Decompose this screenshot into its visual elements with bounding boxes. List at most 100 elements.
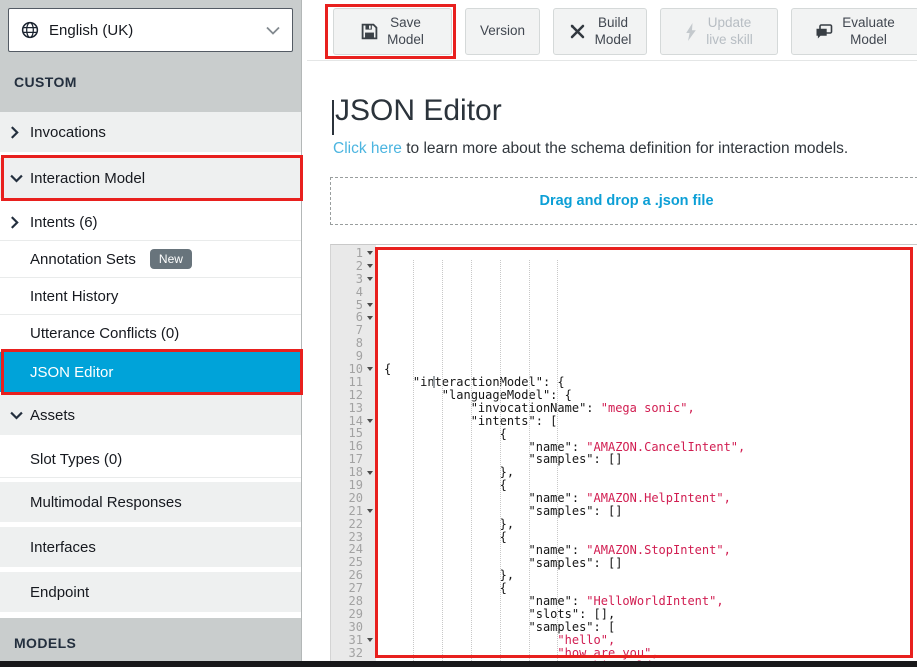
sidebar-item-label: JSON Editor — [30, 364, 113, 381]
build-model-label: Build Model — [595, 15, 632, 49]
fold-arrow-icon[interactable] — [363, 260, 376, 273]
fold-spacer — [363, 556, 376, 569]
sidebar-item-intents[interactable]: Intents (6) — [0, 204, 301, 241]
fold-arrow-icon[interactable] — [363, 415, 376, 428]
fold-spacer — [363, 647, 376, 660]
indent-guide — [529, 260, 530, 661]
fold-spacer — [363, 518, 376, 531]
save-model-button[interactable]: Save Model — [333, 8, 452, 55]
gutter-line: 20 — [331, 492, 376, 505]
sidebar-item-interfaces[interactable]: Interfaces — [0, 527, 301, 567]
fold-spacer — [363, 543, 376, 556]
dropzone[interactable]: Drag and drop a .json file — [330, 177, 917, 225]
gutter-line: 6 — [331, 311, 376, 324]
sidebar-item-label: Interaction Model — [30, 170, 145, 187]
gutter-line: 11 — [331, 376, 376, 389]
line-number: 20 — [349, 492, 363, 505]
sidebar: English (UK) CUSTOM Invocations Interacti… — [0, 0, 302, 667]
fold-spacer — [363, 389, 376, 402]
globe-icon — [21, 21, 39, 39]
build-icon — [569, 23, 586, 40]
fold-spacer — [363, 337, 376, 350]
fold-spacer — [363, 608, 376, 621]
sidebar-item-label: Invocations — [30, 124, 106, 141]
gutter-line: 7 — [331, 324, 376, 337]
fold-arrow-icon[interactable] — [363, 363, 376, 376]
sidebar-item-multimodal-responses[interactable]: Multimodal Responses — [0, 482, 301, 522]
fold-arrow-icon[interactable] — [363, 247, 376, 260]
click-here-link[interactable]: Click here — [333, 140, 402, 157]
indent-guide — [557, 260, 558, 661]
editor-cursor — [433, 376, 435, 388]
line-number: 30 — [349, 621, 363, 634]
fold-spacer — [363, 492, 376, 505]
evaluate-model-button[interactable]: Evaluate Model — [791, 8, 917, 55]
line-number: 21 — [349, 505, 363, 518]
sidebar-header: English (UK) CUSTOM — [0, 0, 301, 112]
version-label: Version — [480, 23, 525, 40]
sidebar-item-interaction-model[interactable]: Interaction Model — [0, 158, 301, 198]
fold-arrow-icon[interactable] — [363, 273, 376, 286]
sidebar-item-label: Intents (6) — [30, 214, 98, 231]
sidebar-item-intent-history[interactable]: Intent History — [0, 278, 301, 315]
update-live-skill-button[interactable]: Update live skill — [660, 8, 778, 55]
line-number: 32 — [349, 647, 363, 660]
fold-spacer — [363, 324, 376, 337]
gutter-line: 13 — [331, 402, 376, 415]
sidebar-item-annotation-sets[interactable]: Annotation SetsNew — [0, 241, 301, 278]
chevron-down-icon — [266, 26, 280, 35]
gutter-line: 28 — [331, 595, 376, 608]
chevron-down-icon — [10, 411, 23, 420]
fold-arrow-icon[interactable] — [363, 466, 376, 479]
bolt-icon — [685, 23, 697, 41]
fold-spacer — [363, 286, 376, 299]
line-number: 29 — [349, 608, 363, 621]
sidebar-item-label: Interfaces — [30, 539, 96, 556]
chevron-right-icon — [10, 126, 19, 139]
indent-guide — [442, 260, 443, 661]
fold-spacer — [363, 569, 376, 582]
sidebar-item-endpoint[interactable]: Endpoint — [0, 572, 301, 612]
build-model-button[interactable]: Build Model — [553, 8, 647, 55]
schema-help-rest: to learn more about the schema definitio… — [402, 140, 848, 157]
fold-spacer — [363, 350, 376, 363]
sidebar-item-label: Multimodal Responses — [30, 494, 182, 511]
fold-arrow-icon[interactable] — [363, 634, 376, 647]
dropzone-label: Drag and drop a .json file — [539, 193, 713, 209]
line-number: 3 — [356, 273, 363, 286]
gutter-line: 19 — [331, 479, 376, 492]
fold-arrow-icon[interactable] — [363, 311, 376, 324]
gutter-line: 8 — [331, 337, 376, 350]
schema-help-text: Click here to learn more about the schem… — [333, 140, 848, 158]
version-button[interactable]: Version — [465, 8, 540, 55]
code-editor[interactable]: 1234567891011121314151617181920212223242… — [330, 244, 917, 661]
sidebar-item-label: Utterance Conflicts (0) — [30, 325, 179, 342]
sidebar-item-label: Annotation Sets — [30, 251, 136, 268]
gutter-line: 22 — [331, 518, 376, 531]
language-selector-label: English (UK) — [49, 22, 266, 39]
save-icon — [361, 23, 378, 40]
fold-arrow-icon[interactable] — [363, 505, 376, 518]
sidebar-item-invocations[interactable]: Invocations — [0, 112, 301, 152]
custom-section-header: CUSTOM — [14, 74, 293, 90]
sidebar-item-assets[interactable]: Assets — [0, 395, 301, 435]
gutter-line: 32 — [331, 647, 376, 660]
save-model-label: Save Model — [387, 15, 424, 49]
indent-guide — [471, 260, 472, 661]
gutter-line: 30 — [331, 621, 376, 634]
fold-spacer — [363, 479, 376, 492]
sidebar-item-utterance-conflicts[interactable]: Utterance Conflicts (0) — [0, 315, 301, 352]
fold-spacer — [363, 621, 376, 634]
language-selector[interactable]: English (UK) — [8, 8, 293, 52]
fold-spacer — [363, 453, 376, 466]
gutter-line: 12 — [331, 389, 376, 402]
fold-arrow-icon[interactable] — [363, 299, 376, 312]
code-lines: { "interactionModel": { "languageModel":… — [376, 245, 917, 661]
indent-guide — [500, 260, 501, 661]
gutter-line: 1 — [331, 247, 376, 260]
sidebar-item-label: Assets — [30, 407, 75, 424]
gutter-line: 3 — [331, 273, 376, 286]
sidebar-item-slot-types[interactable]: Slot Types (0) — [0, 441, 301, 478]
fold-spacer — [363, 376, 376, 389]
sidebar-item-json-editor[interactable]: JSON Editor — [0, 352, 301, 392]
